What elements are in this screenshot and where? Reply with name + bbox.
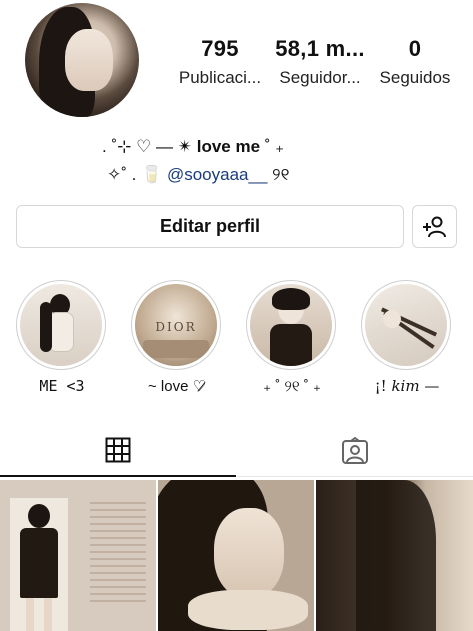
stat-followers-value: 58,1 m...: [275, 36, 365, 61]
highlight-4-label-suffix: —: [419, 377, 440, 395]
highlight-3-cover: [250, 284, 332, 366]
highlight-3[interactable]: [246, 280, 336, 370]
stat-following[interactable]: 0 Seguidos: [370, 36, 460, 88]
profile-tabs: [0, 425, 473, 477]
edit-profile-button[interactable]: Editar perfil: [16, 205, 404, 248]
posts-grid: [0, 480, 473, 631]
bio-line-1-bold: love me: [196, 137, 261, 156]
stat-following-label: Seguidos: [379, 68, 451, 87]
profile-avatar[interactable]: [25, 3, 139, 117]
grid-icon: [105, 437, 131, 463]
tab-tagged[interactable]: [237, 425, 473, 477]
highlight-3-label: ₊ ˚ ୨୧ ˚ ₊: [263, 378, 321, 395]
tagged-user-icon: [342, 436, 368, 464]
tab-posts-grid[interactable]: [0, 425, 236, 477]
stat-following-value: 0: [408, 36, 422, 61]
discover-people-button[interactable]: [412, 205, 457, 248]
post-thumbnail-3[interactable]: [316, 480, 473, 631]
highlight-2-cover: DIOR: [135, 284, 217, 366]
highlight-4-label-prefix: ¡!: [374, 377, 392, 395]
bio-line-2-suffix: ୨୧: [267, 165, 290, 184]
highlight-2-label: ~ love ♡̷: [147, 378, 207, 395]
highlight-4-cover: [365, 284, 447, 366]
post-thumbnail-2[interactable]: [158, 480, 314, 631]
bio-line-1: . ˚⊹ ♡ — ✴ love me ˚ ₊: [102, 137, 284, 157]
add-person-icon: [422, 216, 446, 237]
stat-followers[interactable]: 58,1 m... Seguidor...: [270, 36, 370, 88]
bio-mention-link[interactable]: @sooyaaa__: [167, 165, 267, 184]
highlight-1-cover: [20, 284, 102, 366]
bio-line-2-prefix: ✧˚ . 🥛: [107, 165, 167, 184]
highlight-1[interactable]: [16, 280, 106, 370]
highlight-4-label: ¡! kim —: [352, 377, 462, 395]
avatar-face-shape: [65, 29, 113, 91]
highlight-4[interactable]: [361, 280, 451, 370]
stat-posts[interactable]: 795 Publicaci...: [170, 36, 270, 88]
highlight-1-label: ME <3: [39, 377, 85, 395]
bio-line-1-prefix: . ˚⊹ ♡ — ✴: [102, 137, 197, 156]
stat-followers-label: Seguidor...: [279, 68, 361, 87]
highlight-4-label-italic: kim: [391, 377, 420, 395]
bio-line-1-suffix: ˚ ₊: [260, 137, 285, 156]
profile-stats: 795 Publicaci... 58,1 m... Seguidor... 0…: [170, 36, 460, 88]
bio-line-2: ✧˚ . 🥛 @sooyaaa__ ୨୧: [107, 165, 289, 185]
highlight-2[interactable]: DIOR: [131, 280, 221, 370]
post-thumbnail-1[interactable]: [0, 480, 156, 631]
stat-posts-label: Publicaci...: [178, 68, 262, 87]
stat-posts-value: 795: [201, 36, 239, 61]
